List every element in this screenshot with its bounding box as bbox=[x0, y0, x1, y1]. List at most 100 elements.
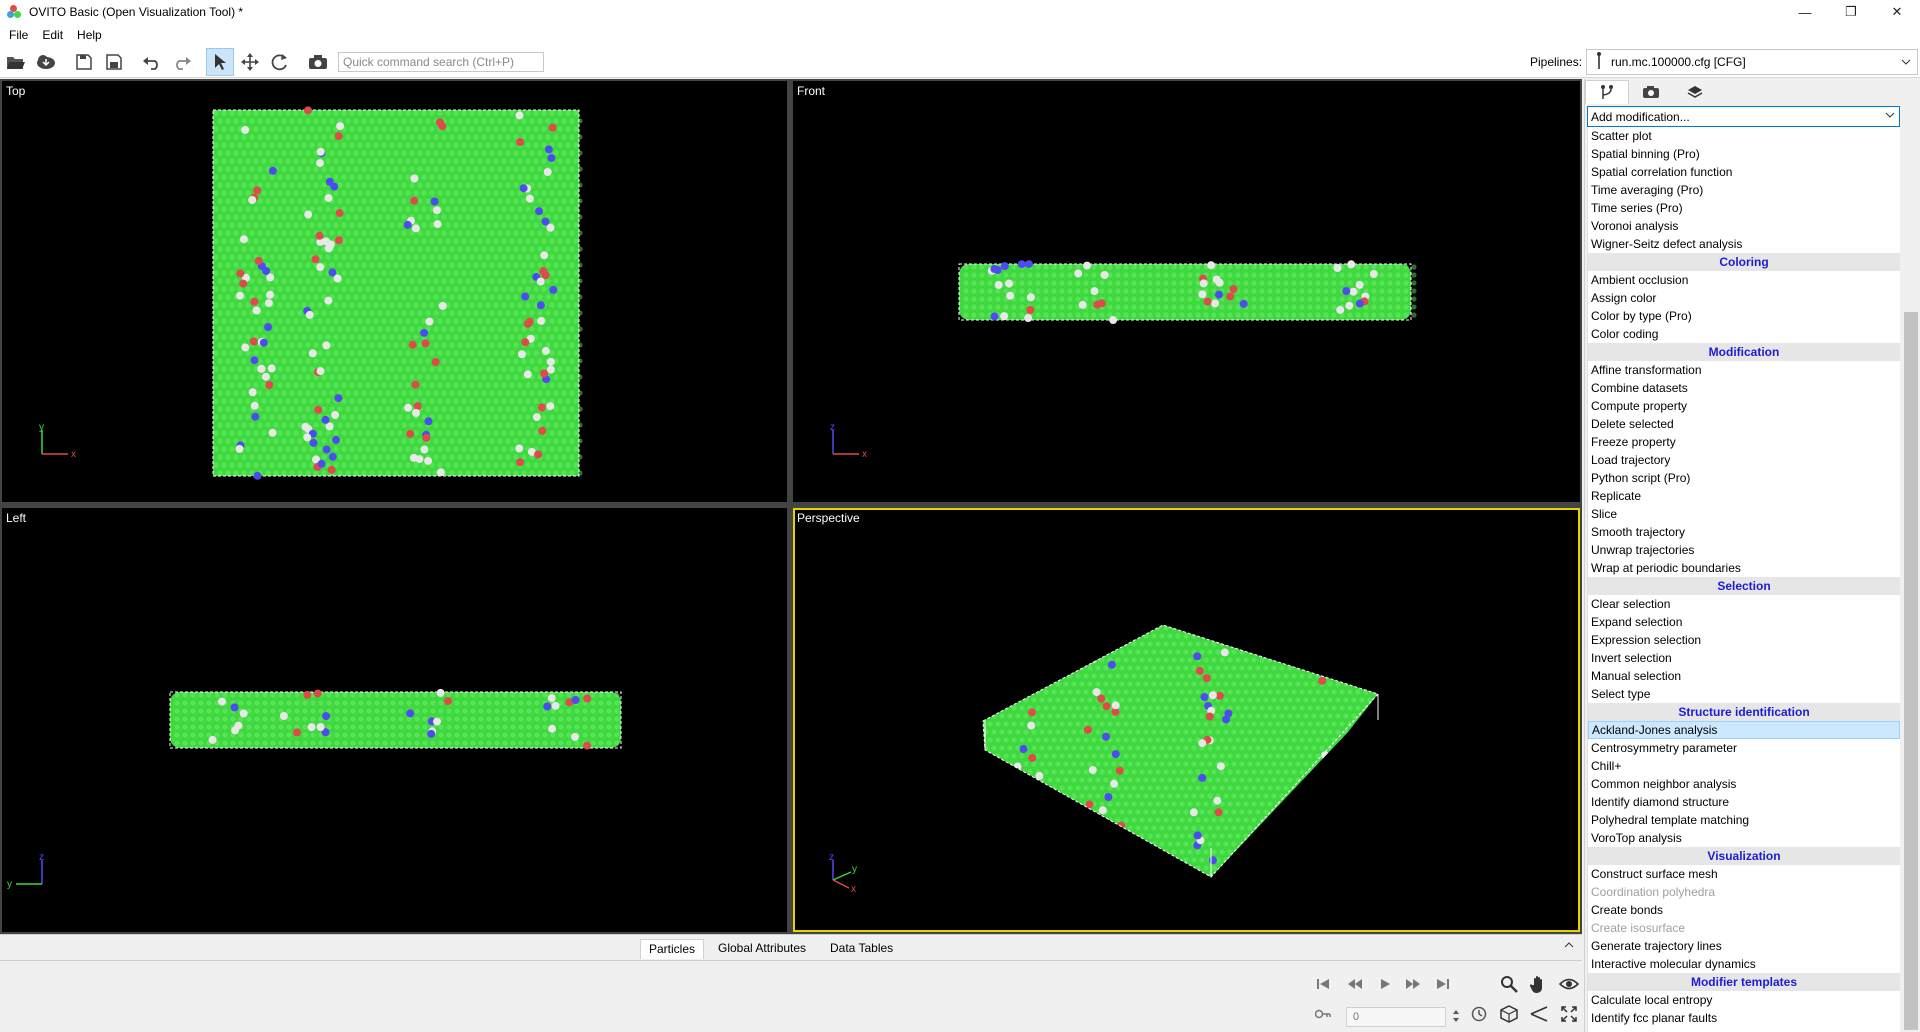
modifier-item[interactable]: Ackland-Jones analysis bbox=[1588, 721, 1900, 739]
viewport-front[interactable]: Front z x bbox=[793, 81, 1580, 502]
selection-mode-icon[interactable] bbox=[206, 47, 234, 76]
play-icon[interactable] bbox=[1372, 971, 1398, 997]
tab-particles[interactable]: Particles bbox=[640, 939, 705, 959]
modifier-item[interactable]: Spatial binning (Pro) bbox=[1588, 145, 1900, 163]
modifier-item[interactable]: Interactive molecular dynamics bbox=[1588, 955, 1900, 973]
modifier-item[interactable]: Spatial correlation function bbox=[1588, 163, 1900, 181]
orbit-eye-icon[interactable] bbox=[1556, 971, 1582, 997]
overlays-tab-icon[interactable] bbox=[1673, 80, 1717, 104]
modifier-item[interactable]: Construct surface mesh bbox=[1588, 865, 1900, 883]
next-frame-icon[interactable] bbox=[1400, 971, 1426, 997]
pan-hand-icon[interactable] bbox=[1526, 971, 1552, 997]
field-of-view-icon[interactable] bbox=[1526, 1001, 1552, 1027]
pipeline-tab-icon[interactable] bbox=[1585, 79, 1629, 104]
modifier-item[interactable]: Wrap at periodic boundaries bbox=[1588, 559, 1900, 577]
animation-settings-icon[interactable] bbox=[1466, 1001, 1492, 1027]
pipeline-selector[interactable]: run.mc.100000.cfg [CFG] bbox=[1586, 49, 1918, 75]
menu-bar: File Edit Help bbox=[0, 24, 1920, 46]
undo-icon[interactable] bbox=[138, 48, 166, 76]
previous-frame-icon[interactable] bbox=[1342, 971, 1368, 997]
modifier-item[interactable]: Replicate bbox=[1588, 487, 1900, 505]
modifier-item[interactable]: Chill+ bbox=[1588, 757, 1900, 775]
modifier-item[interactable]: Affine transformation bbox=[1588, 361, 1900, 379]
axis-label-z: z bbox=[829, 854, 834, 863]
modifier-item[interactable]: Ambient occlusion bbox=[1588, 271, 1900, 289]
jump-to-end-icon[interactable] bbox=[1430, 971, 1456, 997]
spinner-arrows-icon[interactable] bbox=[1450, 1003, 1462, 1029]
key-icon[interactable] bbox=[1310, 1001, 1336, 1027]
viewport-left[interactable]: Left z y bbox=[2, 508, 787, 932]
modifier-item[interactable]: Compute property bbox=[1588, 397, 1900, 415]
add-modification-dropdown[interactable]: Add modification... bbox=[1587, 106, 1900, 127]
modifier-item[interactable]: Smooth trajectory bbox=[1588, 523, 1900, 541]
frame-spinner[interactable]: 0 bbox=[1346, 1007, 1446, 1027]
render-tab-icon[interactable] bbox=[1629, 80, 1673, 104]
modifier-item[interactable]: Calculate local entropy bbox=[1588, 991, 1900, 1009]
close-button[interactable]: ✕ bbox=[1874, 0, 1920, 24]
viewport-top[interactable]: Top y x bbox=[2, 81, 787, 502]
viewport-perspective[interactable]: Perspective z y x bbox=[793, 508, 1580, 932]
save-session-as-icon[interactable] bbox=[100, 48, 128, 76]
menu-file[interactable]: File bbox=[2, 28, 35, 42]
modifier-item[interactable]: Voronoi analysis bbox=[1588, 217, 1900, 235]
axis-label-y: y bbox=[852, 864, 857, 875]
axis-label-x: x bbox=[71, 449, 76, 460]
modifier-item[interactable]: Slice bbox=[1588, 505, 1900, 523]
modifier-item[interactable]: Identify diamond structure bbox=[1588, 793, 1900, 811]
load-remote-icon[interactable] bbox=[32, 48, 60, 76]
modifier-item[interactable]: Time series (Pro) bbox=[1588, 199, 1900, 217]
modifier-item[interactable]: Generate trajectory lines bbox=[1588, 937, 1900, 955]
menu-help[interactable]: Help bbox=[70, 28, 109, 42]
section-header: Modification bbox=[1588, 343, 1900, 361]
quick-command-search-input[interactable]: Quick command search (Ctrl+P) bbox=[338, 51, 544, 72]
modifier-list[interactable]: Scatter plot Spatial binning (Pro) Spatial… bbox=[1587, 127, 1900, 1032]
zoom-scene-extents-icon[interactable] bbox=[1496, 1001, 1522, 1027]
maximize-button[interactable]: ❐ bbox=[1828, 0, 1874, 24]
move-mode-icon[interactable] bbox=[236, 48, 264, 76]
modifier-list-scrollbar[interactable] bbox=[1902, 127, 1920, 1032]
modifier-item[interactable]: Time averaging (Pro) bbox=[1588, 181, 1900, 199]
modifier-item[interactable]: Color coding bbox=[1588, 325, 1900, 343]
modifier-item[interactable]: Expression selection bbox=[1588, 631, 1900, 649]
modifier-item[interactable]: Delete selected bbox=[1588, 415, 1900, 433]
modifier-item[interactable]: Scatter plot bbox=[1588, 127, 1900, 145]
redo-icon[interactable] bbox=[168, 48, 196, 76]
maximize-viewport-icon[interactable] bbox=[1556, 1001, 1582, 1027]
modifier-item[interactable]: Color by type (Pro) bbox=[1588, 307, 1900, 325]
menu-edit[interactable]: Edit bbox=[35, 28, 70, 42]
modifier-item[interactable]: Identify fcc planar faults bbox=[1588, 1009, 1900, 1027]
modifier-item[interactable]: Clear selection bbox=[1588, 595, 1900, 613]
modifier-item[interactable]: Unwrap trajectories bbox=[1588, 541, 1900, 559]
modifier-item[interactable]: Invert selection bbox=[1588, 649, 1900, 667]
modifier-item[interactable]: Wigner-Seitz defect analysis bbox=[1588, 235, 1900, 253]
open-file-icon[interactable] bbox=[2, 48, 30, 76]
modifier-item[interactable]: Common neighbor analysis bbox=[1588, 775, 1900, 793]
minimize-button[interactable]: — bbox=[1782, 0, 1828, 24]
rotate-mode-icon[interactable] bbox=[266, 48, 294, 76]
modifier-item[interactable]: Select type bbox=[1588, 685, 1900, 703]
modifier-item[interactable]: Centrosymmetry parameter bbox=[1588, 739, 1900, 757]
tab-data-tables[interactable]: Data Tables bbox=[822, 939, 901, 959]
viewport-area: Top y x Front z x Left z y Perspective z… bbox=[0, 79, 1582, 934]
expand-inspector-icon[interactable] bbox=[1564, 938, 1574, 952]
modifier-item[interactable]: Manual selection bbox=[1588, 667, 1900, 685]
modifier-item[interactable]: Assign color bbox=[1588, 289, 1900, 307]
render-camera-icon[interactable] bbox=[304, 48, 332, 76]
modifier-item[interactable]: Combine datasets bbox=[1588, 379, 1900, 397]
modifier-item[interactable]: Expand selection bbox=[1588, 613, 1900, 631]
scrollbar-thumb[interactable] bbox=[1904, 312, 1918, 1030]
pipeline-name: run.mc.100000.cfg [CFG] bbox=[1611, 55, 1746, 69]
tab-global-attributes[interactable]: Global Attributes bbox=[710, 939, 814, 959]
modifier-item[interactable]: Load trajectory bbox=[1588, 451, 1900, 469]
modifier-item[interactable]: VoroTop analysis bbox=[1588, 829, 1900, 847]
jump-to-start-icon[interactable] bbox=[1310, 971, 1336, 997]
zoom-icon[interactable] bbox=[1496, 971, 1522, 997]
animation-controls: 0 bbox=[1310, 967, 1582, 1031]
section-header: Structure identification bbox=[1588, 703, 1900, 721]
modifier-item[interactable]: Freeze property bbox=[1588, 433, 1900, 451]
axis-tripod-perspective: z y x bbox=[829, 854, 857, 894]
modifier-item[interactable]: Create bonds bbox=[1588, 901, 1900, 919]
save-session-icon[interactable] bbox=[70, 48, 98, 76]
modifier-item[interactable]: Python script (Pro) bbox=[1588, 469, 1900, 487]
modifier-item[interactable]: Polyhedral template matching bbox=[1588, 811, 1900, 829]
